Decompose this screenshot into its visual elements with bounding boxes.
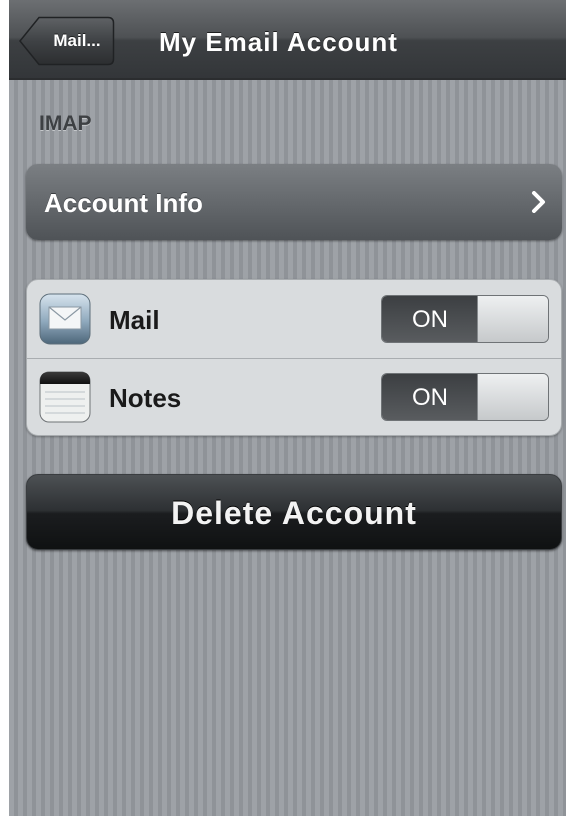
notes-toggle-knob <box>477 374 548 420</box>
mail-envelope-icon <box>39 293 91 345</box>
account-info-row[interactable]: Account Info <box>26 164 562 240</box>
toggle-row-notes: Notes ON <box>27 358 561 435</box>
page-title: My Email Account <box>159 27 398 57</box>
delete-account-button[interactable]: Delete Account <box>26 474 562 550</box>
back-button-label: Mail... <box>53 31 101 50</box>
settings-screen: Mail... My Email Account IMAP Account In… <box>9 0 566 816</box>
notes-toggle-switch[interactable]: ON <box>381 373 549 421</box>
toggle-label-mail: Mail <box>109 305 160 335</box>
notes-toggle-state: ON <box>382 374 478 420</box>
mail-toggle-knob <box>477 296 548 342</box>
account-info-label: Account Info <box>44 188 203 218</box>
mail-toggle-state: ON <box>382 296 478 342</box>
chevron-right-icon <box>532 191 545 213</box>
navigation-bar: Mail... My Email Account <box>9 0 566 80</box>
toggle-row-mail: Mail ON <box>27 280 561 359</box>
toggle-group: Mail ON Notes ON <box>26 279 562 436</box>
toggle-label-notes: Notes <box>109 383 182 413</box>
back-button[interactable]: Mail... <box>19 16 115 66</box>
section-header: IMAP <box>39 112 92 135</box>
notes-notepad-icon <box>39 371 91 423</box>
mail-toggle-switch[interactable]: ON <box>381 295 549 343</box>
delete-account-label: Delete Account <box>171 495 417 531</box>
